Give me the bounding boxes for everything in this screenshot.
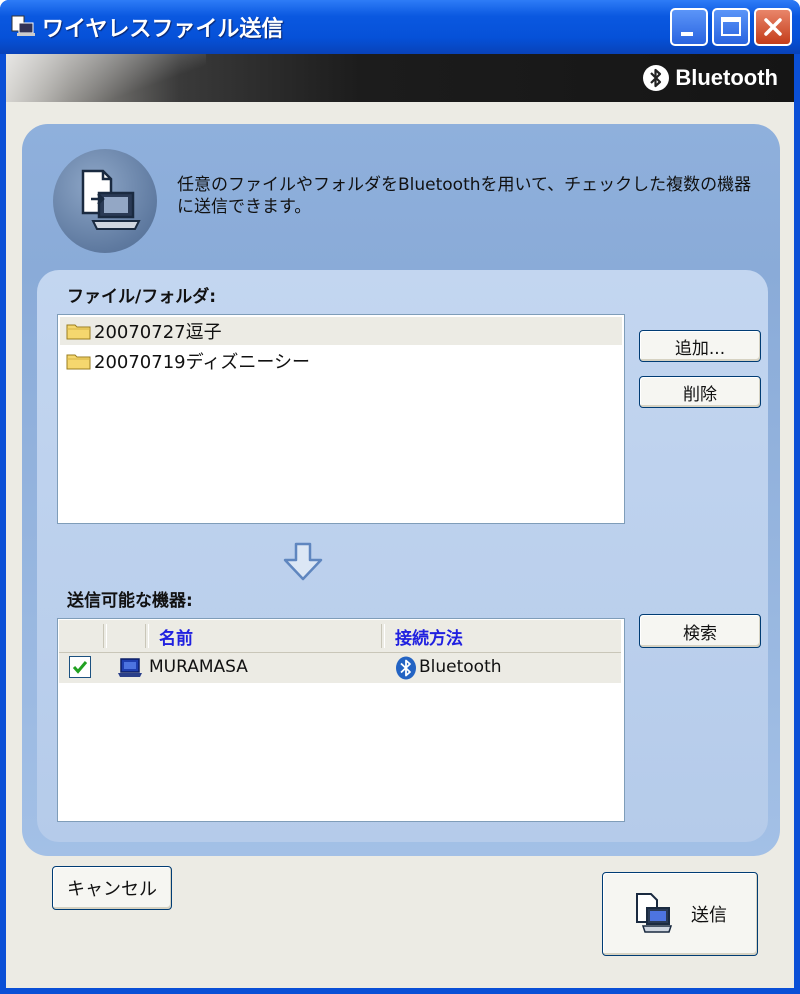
checkmark-icon	[72, 661, 88, 674]
send-button-label: 送信	[691, 905, 727, 926]
file-list[interactable]: 20070727逗子 20070719ディズニーシー	[57, 314, 625, 524]
connection-method: Bluetooth	[419, 657, 502, 677]
cancel-button[interactable]: キャンセル	[52, 866, 172, 910]
column-separator	[103, 624, 107, 648]
dialog-window: ワイヤレスファイル送信 Bluetooth 任意のファイルやフォルダをBluet…	[0, 0, 800, 994]
file-list-item[interactable]: 20070727逗子	[60, 317, 622, 345]
arrow-down-icon	[283, 542, 323, 581]
folder-icon	[66, 324, 91, 340]
minimize-button[interactable]	[670, 8, 708, 46]
bluetooth-icon	[396, 656, 416, 680]
column-header-name[interactable]: 名前	[159, 620, 193, 652]
send-file-icon	[636, 893, 673, 933]
send-button[interactable]: 送信	[602, 872, 758, 956]
maximize-icon	[721, 17, 741, 36]
device-name: MURAMASA	[149, 657, 248, 677]
add-button[interactable]: 追加...	[639, 330, 761, 362]
bluetooth-logo: Bluetooth	[643, 63, 778, 93]
device-list-header: 名前 接続方法	[59, 620, 621, 653]
column-header-method[interactable]: 接続方法	[395, 620, 463, 652]
title-bar[interactable]: ワイヤレスファイル送信	[0, 0, 800, 54]
devices-label: 送信可能な機器:	[67, 591, 193, 611]
content-panel: ファイル/フォルダ: 20070727逗子 20070719ディズニーシー 追加…	[37, 270, 768, 842]
maximize-button[interactable]	[712, 8, 750, 46]
folder-icon	[66, 354, 91, 370]
file-send-icon	[53, 149, 157, 253]
computer-icon	[118, 658, 142, 677]
intro-description: 任意のファイルやフォルダをBluetoothを用いて、チェックした複数の機器に送…	[177, 175, 752, 217]
delete-button[interactable]: 削除	[639, 376, 761, 408]
file-list-item[interactable]: 20070719ディズニーシー	[60, 347, 622, 375]
window-title: ワイヤレスファイル送信	[42, 17, 284, 42]
banner-decoration	[6, 54, 206, 102]
main-panel: 任意のファイルやフォルダをBluetoothを用いて、チェックした複数の機器に送…	[22, 124, 780, 856]
header-banner: Bluetooth	[6, 54, 794, 102]
close-button[interactable]	[754, 8, 792, 46]
column-separator	[145, 624, 149, 648]
minimize-icon	[681, 32, 693, 36]
files-label: ファイル/フォルダ:	[67, 287, 217, 307]
device-row[interactable]: MURAMASA Bluetooth	[59, 653, 621, 683]
file-transfer-icon	[11, 15, 35, 36]
search-button[interactable]: 検索	[639, 614, 761, 648]
file-list-item-label: 20070719ディズニーシー	[94, 352, 310, 373]
device-list[interactable]: 名前 接続方法 MURAMASA Bluetooth	[57, 618, 625, 822]
bluetooth-brand-text: Bluetooth	[675, 65, 778, 90]
column-separator	[381, 624, 385, 648]
dialog-client-area: Bluetooth 任意のファイルやフォルダをBluetoothを用いて、チェッ…	[6, 54, 794, 988]
file-list-item-label: 20070727逗子	[94, 322, 222, 343]
close-icon	[764, 18, 782, 36]
device-checkbox[interactable]	[69, 656, 91, 678]
bluetooth-icon	[643, 65, 670, 91]
